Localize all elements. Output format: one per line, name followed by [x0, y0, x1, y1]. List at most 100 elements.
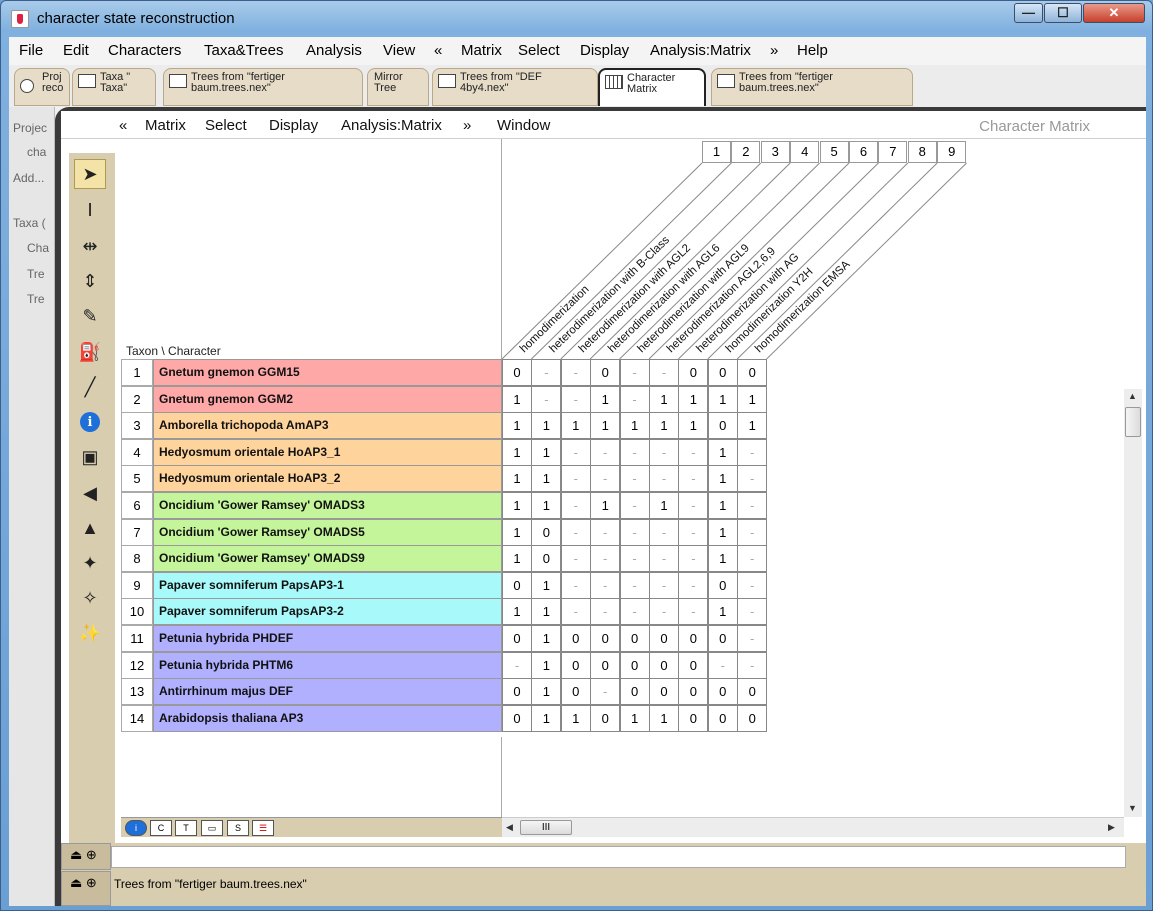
wand-plus-icon[interactable]: ✧	[74, 583, 106, 613]
matrix-cell[interactable]: -	[590, 465, 621, 493]
matrix-cell[interactable]: 1	[531, 412, 562, 440]
submenu-scroll-left[interactable]: «	[119, 117, 127, 134]
matrix-cell[interactable]: -	[619, 571, 650, 599]
matrix-cell[interactable]: -	[619, 492, 650, 519]
matrix-cell[interactable]: 0	[502, 704, 532, 732]
matrix-cell[interactable]: 1	[502, 518, 532, 546]
taxon-name[interactable]: Antirrhinum majus DEF	[153, 678, 502, 706]
matrix-cell[interactable]: 0	[707, 359, 738, 386]
menu-edit[interactable]: Edit	[63, 42, 89, 59]
matrix-cell[interactable]: -	[707, 651, 738, 679]
taxon-number[interactable]: 5	[121, 465, 153, 493]
scroll-left-icon[interactable]: ◀	[506, 822, 513, 833]
matrix-cell[interactable]: 0	[678, 651, 709, 679]
submenu-analysis-matrix[interactable]: Analysis:Matrix	[341, 117, 442, 134]
taxon-name[interactable]: Arabidopsis thaliana AP3	[153, 704, 502, 732]
matrix-cell[interactable]: -	[737, 598, 768, 626]
tab-character-matrix[interactable]: Character Matrix	[598, 68, 706, 106]
matrix-cell[interactable]: -	[619, 598, 650, 626]
matrix-cell[interactable]: -	[619, 359, 650, 386]
matrix-cell[interactable]: 1	[737, 385, 768, 413]
matrix-cell[interactable]: -	[649, 571, 679, 599]
tab-trees-def[interactable]: Trees from "DEF 4by4.nex"	[432, 68, 598, 106]
taxon-name[interactable]: Papaver somniferum PapsAP3-2	[153, 598, 502, 626]
matrix-cell[interactable]: 1	[649, 412, 679, 440]
matrix-cell[interactable]: -	[678, 545, 709, 573]
stack-icon[interactable]: ▲	[74, 513, 106, 543]
taxon-name[interactable]: Petunia hybrida PHDEF	[153, 625, 502, 652]
matrix-cell[interactable]: 0	[649, 651, 679, 679]
matrix-cell[interactable]: 1	[649, 385, 679, 413]
matrix-cell[interactable]: -	[560, 545, 591, 573]
matrix-cell[interactable]: 1	[737, 412, 768, 440]
matrix-cell[interactable]: -	[649, 545, 679, 573]
matrix-cell[interactable]: -	[560, 438, 591, 466]
matrix-cell[interactable]: 0	[590, 625, 621, 652]
matrix-cell[interactable]: -	[678, 465, 709, 493]
taxon-number[interactable]: 14	[121, 704, 153, 732]
matrix-cell[interactable]: 1	[531, 625, 562, 652]
menu-scroll-right[interactable]: »	[770, 42, 778, 59]
matrix-cell[interactable]: 0	[502, 571, 532, 599]
matrix-cell[interactable]: 0	[502, 625, 532, 652]
character-number-2[interactable]: 2	[731, 141, 761, 163]
wand-icon[interactable]: ✦	[74, 548, 106, 578]
matrix-cell[interactable]: 0	[707, 704, 738, 732]
matrix-cell[interactable]: -	[590, 518, 621, 546]
arrow-tool-icon[interactable]: ➤	[74, 159, 106, 189]
taxon-number[interactable]: 1	[121, 359, 153, 386]
matrix-cell[interactable]: 1	[619, 704, 650, 732]
info-mini-icon[interactable]: i	[125, 820, 147, 836]
matrix-cell[interactable]: 1	[649, 492, 679, 519]
matrix-cell[interactable]: -	[560, 492, 591, 519]
matrix-cell[interactable]: -	[649, 359, 679, 386]
matrix-cell[interactable]: -	[590, 598, 621, 626]
matrix-cell[interactable]: 1	[502, 545, 532, 573]
maximize-button[interactable]: ☐	[1044, 3, 1082, 23]
matrix-cell[interactable]: -	[560, 598, 591, 626]
matrix-cell[interactable]: 0	[678, 359, 709, 386]
matrix-cell[interactable]: -	[531, 385, 562, 413]
matrix-cell[interactable]: -	[560, 465, 591, 493]
matrix-cell[interactable]: 0	[560, 678, 591, 706]
matrix-cell[interactable]: -	[678, 438, 709, 466]
matrix-cell[interactable]: -	[560, 359, 591, 386]
matrix-cell[interactable]: -	[619, 518, 650, 546]
matrix-cell[interactable]: 1	[531, 651, 562, 679]
character-number-9[interactable]: 9	[937, 141, 967, 163]
taxon-name[interactable]: Oncidium 'Gower Ramsey' OMADS9	[153, 545, 502, 573]
matrix-cell[interactable]: 0	[590, 704, 621, 732]
expand-columns-icon[interactable]: ⇹	[74, 231, 106, 261]
matrix-cell[interactable]: -	[619, 465, 650, 493]
matrix-cell[interactable]: 1	[531, 465, 562, 493]
matrix-cell[interactable]: 1	[707, 598, 738, 626]
matrix-cell[interactable]: 0	[649, 678, 679, 706]
matrix-cell[interactable]: -	[560, 571, 591, 599]
menu-view[interactable]: View	[383, 42, 415, 59]
menu-analysis-matrix[interactable]: Analysis:Matrix	[650, 42, 751, 59]
matrix-cell[interactable]: 1	[707, 545, 738, 573]
matrix-cell[interactable]: -	[678, 518, 709, 546]
matrix-cell[interactable]: 0	[678, 625, 709, 652]
matrix-cell[interactable]: 1	[560, 704, 591, 732]
tab-trees-fertiger-1[interactable]: Trees from "fertiger baum.trees.nex"	[163, 68, 363, 106]
menu-display[interactable]: Display	[580, 42, 629, 59]
matrix-cell[interactable]: 0	[560, 625, 591, 652]
matrix-cell[interactable]: -	[560, 518, 591, 546]
submenu-display[interactable]: Display	[269, 117, 318, 134]
matrix-cell[interactable]: 0	[649, 625, 679, 652]
tab-mirror-tree[interactable]: Mirror Tree	[367, 68, 429, 106]
scroll-down-icon[interactable]: ▼	[1128, 803, 1137, 813]
taxon-name[interactable]: Amborella trichopoda AmAP3	[153, 412, 502, 440]
matrix-cell[interactable]: 1	[560, 412, 591, 440]
matrix-cell[interactable]: -	[649, 518, 679, 546]
expand-rows-icon[interactable]: ⇕	[74, 266, 106, 296]
matrix-cell[interactable]: 0	[678, 704, 709, 732]
matrix-cell[interactable]: 0	[707, 625, 738, 652]
taxon-name[interactable]: Papaver somniferum PapsAP3-1	[153, 571, 502, 599]
matrix-cell[interactable]: -	[560, 385, 591, 413]
matrix-cell[interactable]: -	[678, 571, 709, 599]
taxon-number[interactable]: 3	[121, 412, 153, 440]
matrix-cell[interactable]: -	[737, 571, 768, 599]
character-number-7[interactable]: 7	[878, 141, 908, 163]
